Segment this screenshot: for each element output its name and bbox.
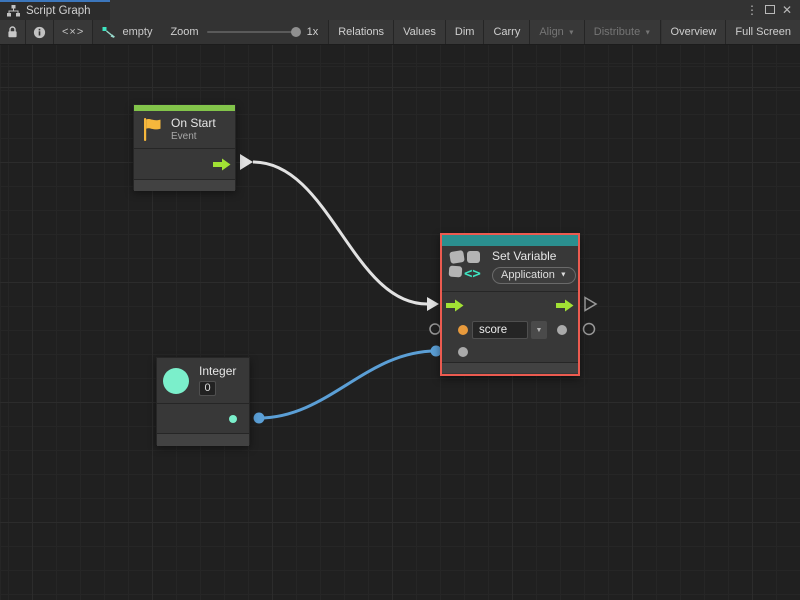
button-label: Values	[403, 26, 436, 38]
graph-canvas[interactable]: On Start Event <>	[0, 45, 800, 600]
button-label: Overview	[671, 26, 717, 38]
variable-scope-dropdown[interactable]: Application ▼	[492, 267, 576, 284]
caret-down-icon: ▼	[644, 29, 651, 36]
lock-button[interactable]	[0, 20, 26, 44]
button-label: Dim	[455, 26, 475, 38]
ghost-value-in-circle	[430, 324, 440, 334]
close-icon[interactable]: ✕	[782, 4, 792, 16]
button-label: Align	[539, 26, 563, 38]
scope-value: Application	[501, 269, 555, 281]
zoom-slider-handle[interactable]	[291, 27, 301, 37]
info-icon	[33, 26, 46, 39]
variable-name-dropdown[interactable]: ▼	[531, 321, 547, 339]
integer-value-input[interactable]: 0	[199, 381, 216, 396]
toolbar-button-align[interactable]: Align ▼	[530, 20, 584, 44]
node-title: On Start	[171, 117, 216, 131]
toolbar-button-relations[interactable]: Relations	[329, 20, 394, 44]
pointer-label: empty	[122, 26, 152, 38]
caret-down-icon: ▼	[560, 272, 567, 279]
title-bar: Script Graph ⋮ ✕	[0, 0, 800, 20]
button-label: Full Screen	[735, 26, 791, 38]
node-title: Integer	[199, 365, 236, 379]
ghost-value-out-circle	[584, 324, 595, 335]
connection-layer	[0, 45, 800, 600]
variable-name-port[interactable]	[458, 325, 468, 335]
ghost-flow-out-triangle	[585, 298, 596, 311]
node-title: Set Variable	[492, 250, 576, 264]
node-on-start[interactable]: On Start Event	[133, 104, 236, 190]
inspect-button[interactable]	[26, 20, 54, 44]
code-icon: <×>	[62, 26, 84, 38]
toolbar-button-values[interactable]: Values	[394, 20, 446, 44]
maximize-icon[interactable]	[765, 4, 775, 16]
window-menu-icon[interactable]: ⋮	[746, 4, 758, 16]
node-footer	[134, 180, 235, 191]
button-label: Relations	[338, 26, 384, 38]
variables-icon: <>	[448, 248, 486, 280]
value-out-port[interactable]	[557, 325, 567, 335]
zoom-value: 1x	[307, 26, 319, 38]
graph-icon	[7, 5, 20, 17]
graph-toolbar: <×> empty Zoom 1x Relations Values Dim C…	[0, 20, 800, 45]
wire-endpoint-dot	[254, 413, 265, 424]
code-preview-button[interactable]: <×>	[54, 20, 93, 44]
lock-icon	[7, 26, 18, 38]
value-in-port[interactable]	[458, 347, 468, 357]
flow-out-port[interactable]	[556, 299, 574, 312]
node-footer	[442, 363, 578, 373]
tab-title: Script Graph	[26, 5, 91, 17]
toolbar-button-carry[interactable]: Carry	[484, 20, 530, 44]
variable-name-field[interactable]: score	[472, 321, 528, 339]
flag-icon	[142, 117, 163, 142]
button-label: Carry	[493, 26, 520, 38]
caret-down-icon: ▼	[536, 327, 543, 334]
node-set-variable[interactable]: <> Set Variable Application ▼	[440, 233, 580, 376]
toolbar-button-overview[interactable]: Overview	[662, 20, 727, 44]
toolbar-button-dim[interactable]: Dim	[446, 20, 485, 44]
toolbar-button-distribute[interactable]: Distribute ▼	[585, 20, 661, 44]
wire-flow-onstart-to-setvariable	[253, 162, 427, 304]
zoom-label: Zoom	[170, 26, 198, 38]
value-out-port[interactable]	[229, 415, 237, 423]
node-header-stripe	[442, 235, 578, 246]
node-subtitle: Event	[171, 131, 216, 142]
caret-down-icon: ▼	[568, 29, 575, 36]
graph-pointer-indicator[interactable]: empty	[94, 20, 160, 44]
zoom-slider[interactable]	[207, 31, 299, 33]
toolbar-button-fullscreen[interactable]: Full Screen	[726, 20, 800, 44]
button-label: Distribute	[594, 26, 640, 38]
integer-type-icon	[163, 368, 189, 394]
flow-out-port[interactable]	[213, 158, 231, 171]
node-footer	[157, 434, 249, 446]
wire-value-integer-to-setvariable	[259, 351, 436, 418]
flow-in-port[interactable]	[446, 299, 464, 312]
connection-pointer-icon	[102, 26, 116, 39]
tab-script-graph[interactable]: Script Graph	[0, 0, 110, 20]
node-integer[interactable]: Integer 0	[156, 357, 250, 445]
wire-start-arrow	[240, 154, 253, 170]
wire-end-arrow	[427, 297, 439, 311]
svg-text:<>: <>	[464, 266, 481, 280]
